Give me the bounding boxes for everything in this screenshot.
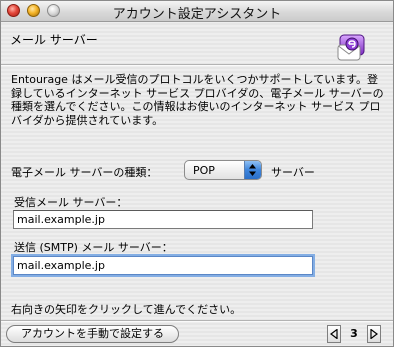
window-title: アカウント設定アシスタント <box>112 7 282 22</box>
server-type-suffix: サーバー <box>271 166 315 179</box>
incoming-server-input[interactable] <box>13 210 313 229</box>
section-header: メール サーバー <box>1 22 393 64</box>
incoming-server-label: 受信メール サーバー： <box>14 196 128 209</box>
header-divider <box>1 64 393 66</box>
section-title: メール サーバー <box>10 33 98 47</box>
server-type-label: 電子メール サーバーの種類： <box>11 166 158 179</box>
popup-arrows-icon <box>244 161 261 179</box>
manual-setup-button[interactable]: アカウントを手動で設定する <box>6 325 179 343</box>
outgoing-server-input[interactable] <box>13 256 313 275</box>
instruction-text: 右向きの矢印をクリックして進んでください。 <box>11 303 242 316</box>
server-type-selected: POP <box>193 164 215 177</box>
page-number: 3 <box>350 327 358 340</box>
right-arrow-icon <box>370 329 378 339</box>
title-bar: アカウント設定アシスタント <box>1 1 393 22</box>
entourage-icon <box>337 34 365 61</box>
assistant-window: アカウント設定アシスタント メール サーバー Entourage はメール受信の… <box>0 0 394 347</box>
footer-divider <box>1 320 393 322</box>
server-type-popup[interactable]: POP <box>184 160 262 180</box>
previous-page-button[interactable] <box>327 325 341 343</box>
left-arrow-icon <box>330 329 338 339</box>
intro-text: Entourage はメール受信のプロトコルをいくつかサポートしています。登録し… <box>11 73 384 127</box>
outgoing-server-label: 送信 (SMTP) メール サーバー： <box>14 241 173 254</box>
next-page-button[interactable] <box>367 325 381 343</box>
